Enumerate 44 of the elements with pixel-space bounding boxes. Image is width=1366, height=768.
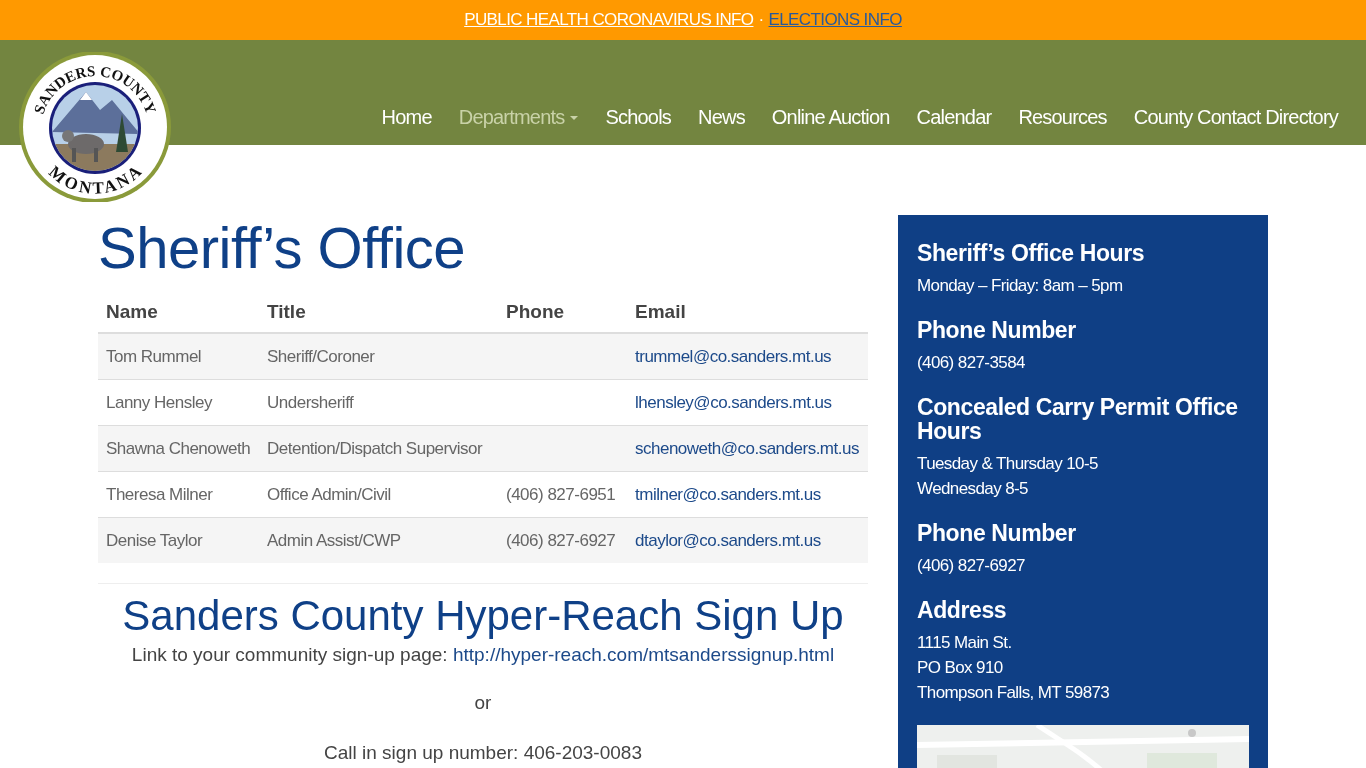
sidebar-text: (406) 827-3584: [917, 352, 1026, 374]
signup-link[interactable]: http://hyper-reach.com/mtsanderssignup.html: [452, 644, 835, 665]
alert-link[interactable]: PUBLIC HEALTH CORONAVIRUS INFO: [464, 10, 754, 30]
table-cell: Denise Taylor: [106, 530, 203, 550]
sidebar-text: 1115 Main St.: [917, 632, 1013, 654]
sidebar-text: PO Box 910: [917, 657, 1004, 679]
nav-link[interactable]: Resources: [1018, 106, 1107, 129]
nav-link[interactable]: County Contact Directory: [1133, 106, 1338, 129]
sidebar-text: Thompson Falls, MT 59873: [917, 682, 1111, 704]
nav-link[interactable]: News: [698, 106, 745, 129]
section-heading: Sanders County Hyper-Reach Sign Up: [121, 592, 845, 640]
email-link[interactable]: lhensley@co.sanders.mt.us: [635, 392, 832, 412]
sidebar-text: (406) 827-6927: [917, 555, 1026, 577]
sidebar-text: Monday – Friday: 8am – 5pm: [917, 275, 1124, 297]
table-cell: Tom Rummel: [106, 346, 202, 366]
table-cell: Admin Assist/CWP: [267, 530, 401, 550]
sidebar-heading: Concealed Carry Permit Office Hours: [917, 395, 1239, 443]
nav-link[interactable]: Departments: [458, 106, 579, 129]
nav-link[interactable]: Online Auction: [771, 106, 890, 129]
sidebar-text: Wednesday 8-5: [917, 478, 1029, 500]
page-title: Sheriff’s Office: [98, 215, 467, 281]
table-cell: (406) 827-6927: [506, 530, 616, 550]
email-link[interactable]: tmilner@co.sanders.mt.us: [635, 484, 821, 504]
sidebar-heading: Sheriff’s Office Hours: [917, 241, 1146, 265]
signup-paragraph: Link to your community sign-up page: http://hyper-reach.com/mtsanderssignup.html: [130, 644, 836, 666]
table-cell: (406) 827-6951: [506, 484, 616, 504]
table-cell: Theresa Milner: [106, 484, 213, 504]
alert-link[interactable]: ELECTIONS INFO: [768, 10, 902, 30]
table-cell: Undersheriff: [267, 392, 354, 412]
separator-dot: ·: [758, 10, 764, 30]
table-cell: Lanny Hensley: [106, 392, 212, 412]
call-in-text: Call in sign up number: 406-203-0083: [323, 742, 643, 764]
table-cell: Office Admin/Civil: [267, 484, 391, 504]
table-cell: Sheriff/Coroner: [267, 346, 375, 366]
or-text: or: [473, 692, 493, 714]
sidebar-heading: Phone Number: [917, 318, 1077, 342]
sidebar-heading: Phone Number: [917, 521, 1077, 545]
sidebar-heading: Address: [917, 598, 1008, 622]
nav-link[interactable]: Home: [381, 106, 432, 129]
table-cell: Shawna Chenoweth: [106, 438, 251, 458]
table-cell: Detention/Dispatch Supervisor: [267, 438, 483, 458]
nav-link[interactable]: Schools: [605, 106, 671, 129]
sidebar-text: Tuesday & Thursday 10-5: [917, 453, 1099, 475]
nav-link[interactable]: Calendar: [916, 106, 992, 129]
